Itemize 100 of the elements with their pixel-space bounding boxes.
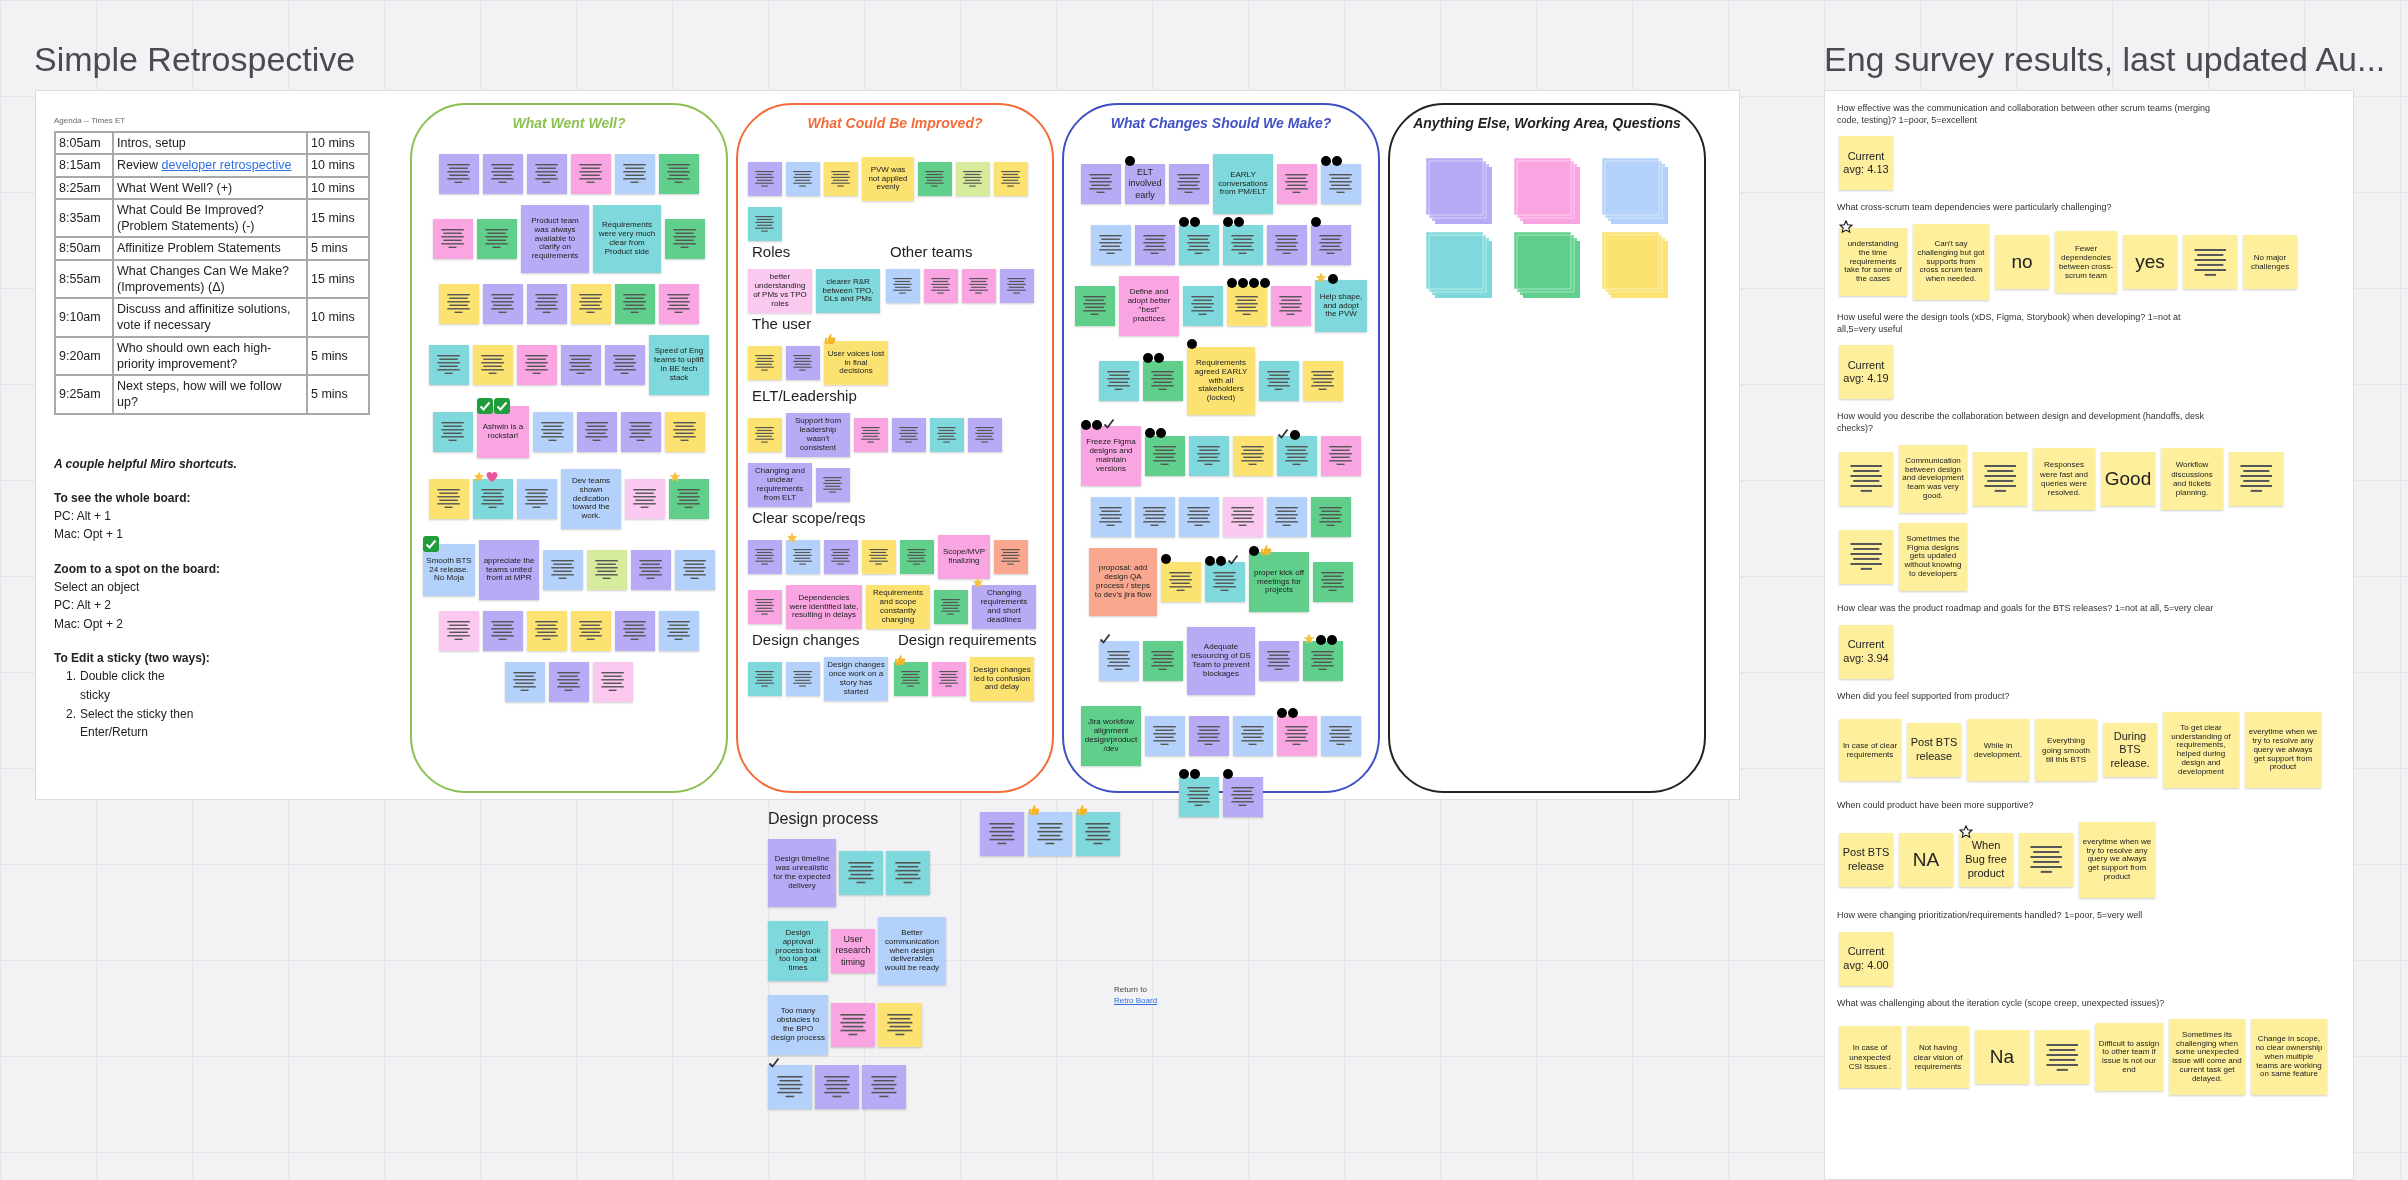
sticky-note[interactable]: When Bug free product bbox=[1959, 832, 2013, 887]
sticky-note[interactable]: Can't say challenging but got supports from cross scrum team when needed. bbox=[1913, 224, 1989, 301]
sticky-note[interactable]: clearer R&R between TPO, DLs and PMs bbox=[816, 269, 880, 313]
sticky-note[interactable]: No major challenges bbox=[2243, 235, 2297, 290]
sticky-note[interactable]: EARLY conversations from PM/ELT bbox=[1213, 154, 1273, 214]
sticky-note[interactable]: appreciate the teams united front at MPR bbox=[479, 540, 539, 600]
sticky-note[interactable] bbox=[824, 162, 858, 196]
sticky-note[interactable] bbox=[587, 550, 627, 590]
sticky-note[interactable]: Dev teams shown dedication toward the work. bbox=[561, 469, 621, 529]
sticky-note[interactable]: Good bbox=[2101, 451, 2155, 506]
sticky-note[interactable]: proposal: add design QA process / steps to dev's jira flow bbox=[1089, 548, 1157, 616]
sticky-note[interactable]: everytime when we try to resolve any query we always get support from product bbox=[2079, 821, 2155, 898]
sticky-note[interactable] bbox=[2183, 235, 2237, 290]
sticky-note[interactable] bbox=[748, 346, 782, 380]
sticky-note[interactable]: Difficult to assign to other team if issue is not our end bbox=[2095, 1023, 2163, 1092]
sticky-note[interactable] bbox=[527, 611, 567, 651]
sticky-note[interactable]: Communication between design and development team was very good. bbox=[1899, 444, 1967, 513]
sticky-note[interactable] bbox=[429, 479, 469, 519]
sticky-note[interactable]: Current avg: 3.94 bbox=[1839, 624, 1893, 679]
sticky-note[interactable]: Requirements and scope constantly changing bbox=[866, 585, 930, 629]
sticky-note[interactable]: Help shape, and adopt the PVW bbox=[1315, 280, 1367, 332]
sticky-note[interactable]: Workflow discussions and tickets planning. bbox=[2161, 447, 2223, 510]
sticky-note[interactable]: Better communication when design deliverables would be ready bbox=[878, 917, 946, 985]
sticky-note[interactable]: Sometimes its challenging when some unexpected issue will come and current task get delayed. bbox=[2169, 1019, 2245, 1096]
sticky-note[interactable]: Requirements were very much clear from Product side bbox=[593, 205, 661, 273]
sticky-note[interactable] bbox=[665, 412, 705, 452]
sticky-note[interactable] bbox=[1973, 451, 2027, 506]
sticky-note[interactable]: Current avg: 4.00 bbox=[1839, 931, 1893, 986]
sticky-note[interactable]: During BTS release. bbox=[2103, 723, 2157, 778]
sticky-note[interactable]: In case of clear requirements bbox=[1839, 719, 1901, 782]
sticky-note[interactable]: Support from leadership wasn't consistent bbox=[786, 413, 850, 457]
sticky-note[interactable]: Current avg: 4.13 bbox=[1839, 136, 1893, 191]
sticky-note[interactable] bbox=[956, 162, 990, 196]
sticky-note[interactable]: Freeze Figma designs and maintain versions bbox=[1081, 426, 1141, 486]
sticky-note[interactable]: While in development. bbox=[1967, 719, 2029, 782]
agenda-link[interactable]: developer retrospective bbox=[161, 158, 292, 173]
sticky-note[interactable] bbox=[593, 662, 633, 702]
sticky-note[interactable]: Design timeline was unrealistic for the expected delivery bbox=[768, 839, 836, 907]
sticky-note[interactable] bbox=[2019, 832, 2073, 887]
sticky-note[interactable]: User voices lost in final decisions bbox=[824, 341, 888, 385]
sticky-note[interactable]: yes bbox=[2123, 235, 2177, 290]
sticky-note[interactable]: Define and adopt better "best" practices bbox=[1119, 276, 1179, 336]
sticky-note[interactable] bbox=[994, 162, 1028, 196]
sticky-note[interactable] bbox=[1227, 286, 1267, 326]
sticky-note[interactable]: Not having clear vision of requirements bbox=[1907, 1026, 1969, 1089]
sticky-note[interactable]: Design approval process took too long at times bbox=[768, 921, 828, 981]
sticky-note[interactable] bbox=[1839, 529, 1893, 584]
sticky-note[interactable]: everytime when we try to resolve any query we always get support from product bbox=[2245, 712, 2321, 789]
sticky-note[interactable]: Jira workflow alignment design/product/dev bbox=[1081, 706, 1141, 766]
sticky-note[interactable]: Post BTS release bbox=[1907, 723, 1961, 778]
sticky-note[interactable]: Scope/MVP finalizing bbox=[938, 535, 990, 579]
sticky-note[interactable]: Product team was always available to clarify on requirements bbox=[521, 205, 589, 273]
sticky-note[interactable] bbox=[862, 540, 896, 574]
sticky-note[interactable]: Adequate resourcing of DS Team to prevent blockages bbox=[1187, 627, 1255, 695]
sticky-note[interactable]: Fewer dependencies between cross-scrum team bbox=[2055, 231, 2117, 294]
sticky-note[interactable] bbox=[439, 284, 479, 324]
sticky-note[interactable]: To get clear understanding of requirements, helped during design and development bbox=[2163, 712, 2239, 789]
sticky-note[interactable]: Too many obstacles to the BPO design process bbox=[768, 995, 828, 1055]
sticky-note[interactable] bbox=[2229, 451, 2283, 506]
sticky-note[interactable]: Change in scope, no clear ownership when multiple teams are working on same feature bbox=[2251, 1019, 2327, 1096]
sticky-note[interactable]: proper kick off meetings for projects bbox=[1249, 552, 1309, 612]
sticky-note[interactable]: Everything going smooth till this BTS bbox=[2035, 719, 2097, 782]
sticky-note[interactable]: User research timing bbox=[831, 929, 875, 973]
sticky-note[interactable]: Speed of Eng teams to uplift in BE tech stack bbox=[649, 335, 709, 395]
sticky-note[interactable] bbox=[1303, 361, 1343, 401]
sticky-note[interactable] bbox=[439, 611, 479, 651]
sticky-note[interactable]: understanding the time requirements take for some of the cases bbox=[1839, 228, 1907, 297]
sticky-note[interactable]: Current avg: 4.19 bbox=[1839, 345, 1893, 400]
sticky-note[interactable]: better understanding of PMs vs TPO roles bbox=[748, 269, 812, 313]
sticky-note[interactable]: Sometimes the Figma designs gets updated without knowing to developers bbox=[1899, 522, 1967, 591]
sticky-note[interactable] bbox=[2035, 1030, 2089, 1085]
sticky-note[interactable] bbox=[1233, 436, 1273, 476]
sticky-note[interactable]: Na bbox=[1975, 1030, 2029, 1085]
sticky-note[interactable]: Ashwin is a rockstar! bbox=[477, 406, 529, 458]
sticky-note[interactable] bbox=[625, 479, 665, 519]
sticky-note[interactable]: Changing requirements and short deadlines bbox=[972, 585, 1036, 629]
sticky-note[interactable] bbox=[748, 418, 782, 452]
sticky-note[interactable]: Responses were fast and queries were resolved. bbox=[2033, 447, 2095, 510]
sticky-note[interactable]: Dependencies were identified late, resulting in delays bbox=[786, 585, 862, 629]
sticky-note[interactable] bbox=[1161, 562, 1201, 602]
sticky-note[interactable]: no bbox=[1995, 235, 2049, 290]
sticky-note[interactable]: In case of unexpected CSI issues . bbox=[1839, 1026, 1901, 1089]
sticky-note[interactable]: Smooth BTS 24 release. No Moja bbox=[423, 544, 475, 596]
retro-board-link[interactable]: Retro Board bbox=[1114, 995, 1158, 1007]
sticky-note[interactable]: Changing and unclear requirements from ELT bbox=[748, 463, 812, 507]
sticky-note[interactable]: PVW was not applied evenly bbox=[862, 157, 914, 201]
sticky-note[interactable] bbox=[1223, 497, 1263, 537]
sticky-note[interactable] bbox=[878, 1003, 922, 1047]
sticky-note[interactable] bbox=[1205, 562, 1245, 602]
sticky-note[interactable] bbox=[1839, 451, 1893, 506]
sticky-note[interactable]: NA bbox=[1899, 832, 1953, 887]
sticky-note[interactable]: ELT involved early bbox=[1125, 164, 1165, 204]
sticky-note[interactable]: Post BTS release bbox=[1839, 832, 1893, 887]
sticky-note[interactable] bbox=[473, 345, 513, 385]
sticky-note[interactable] bbox=[571, 611, 611, 651]
sticky-note[interactable]: Design changes led to confusion and delay bbox=[970, 657, 1034, 701]
sticky-note[interactable]: Requirements agreed EARLY with all stakeholders (locked) bbox=[1187, 347, 1255, 415]
sticky-note[interactable] bbox=[571, 284, 611, 324]
sticky-note[interactable] bbox=[1303, 641, 1343, 681]
sticky-note[interactable]: Design changes once work on a story has started bbox=[824, 657, 888, 701]
